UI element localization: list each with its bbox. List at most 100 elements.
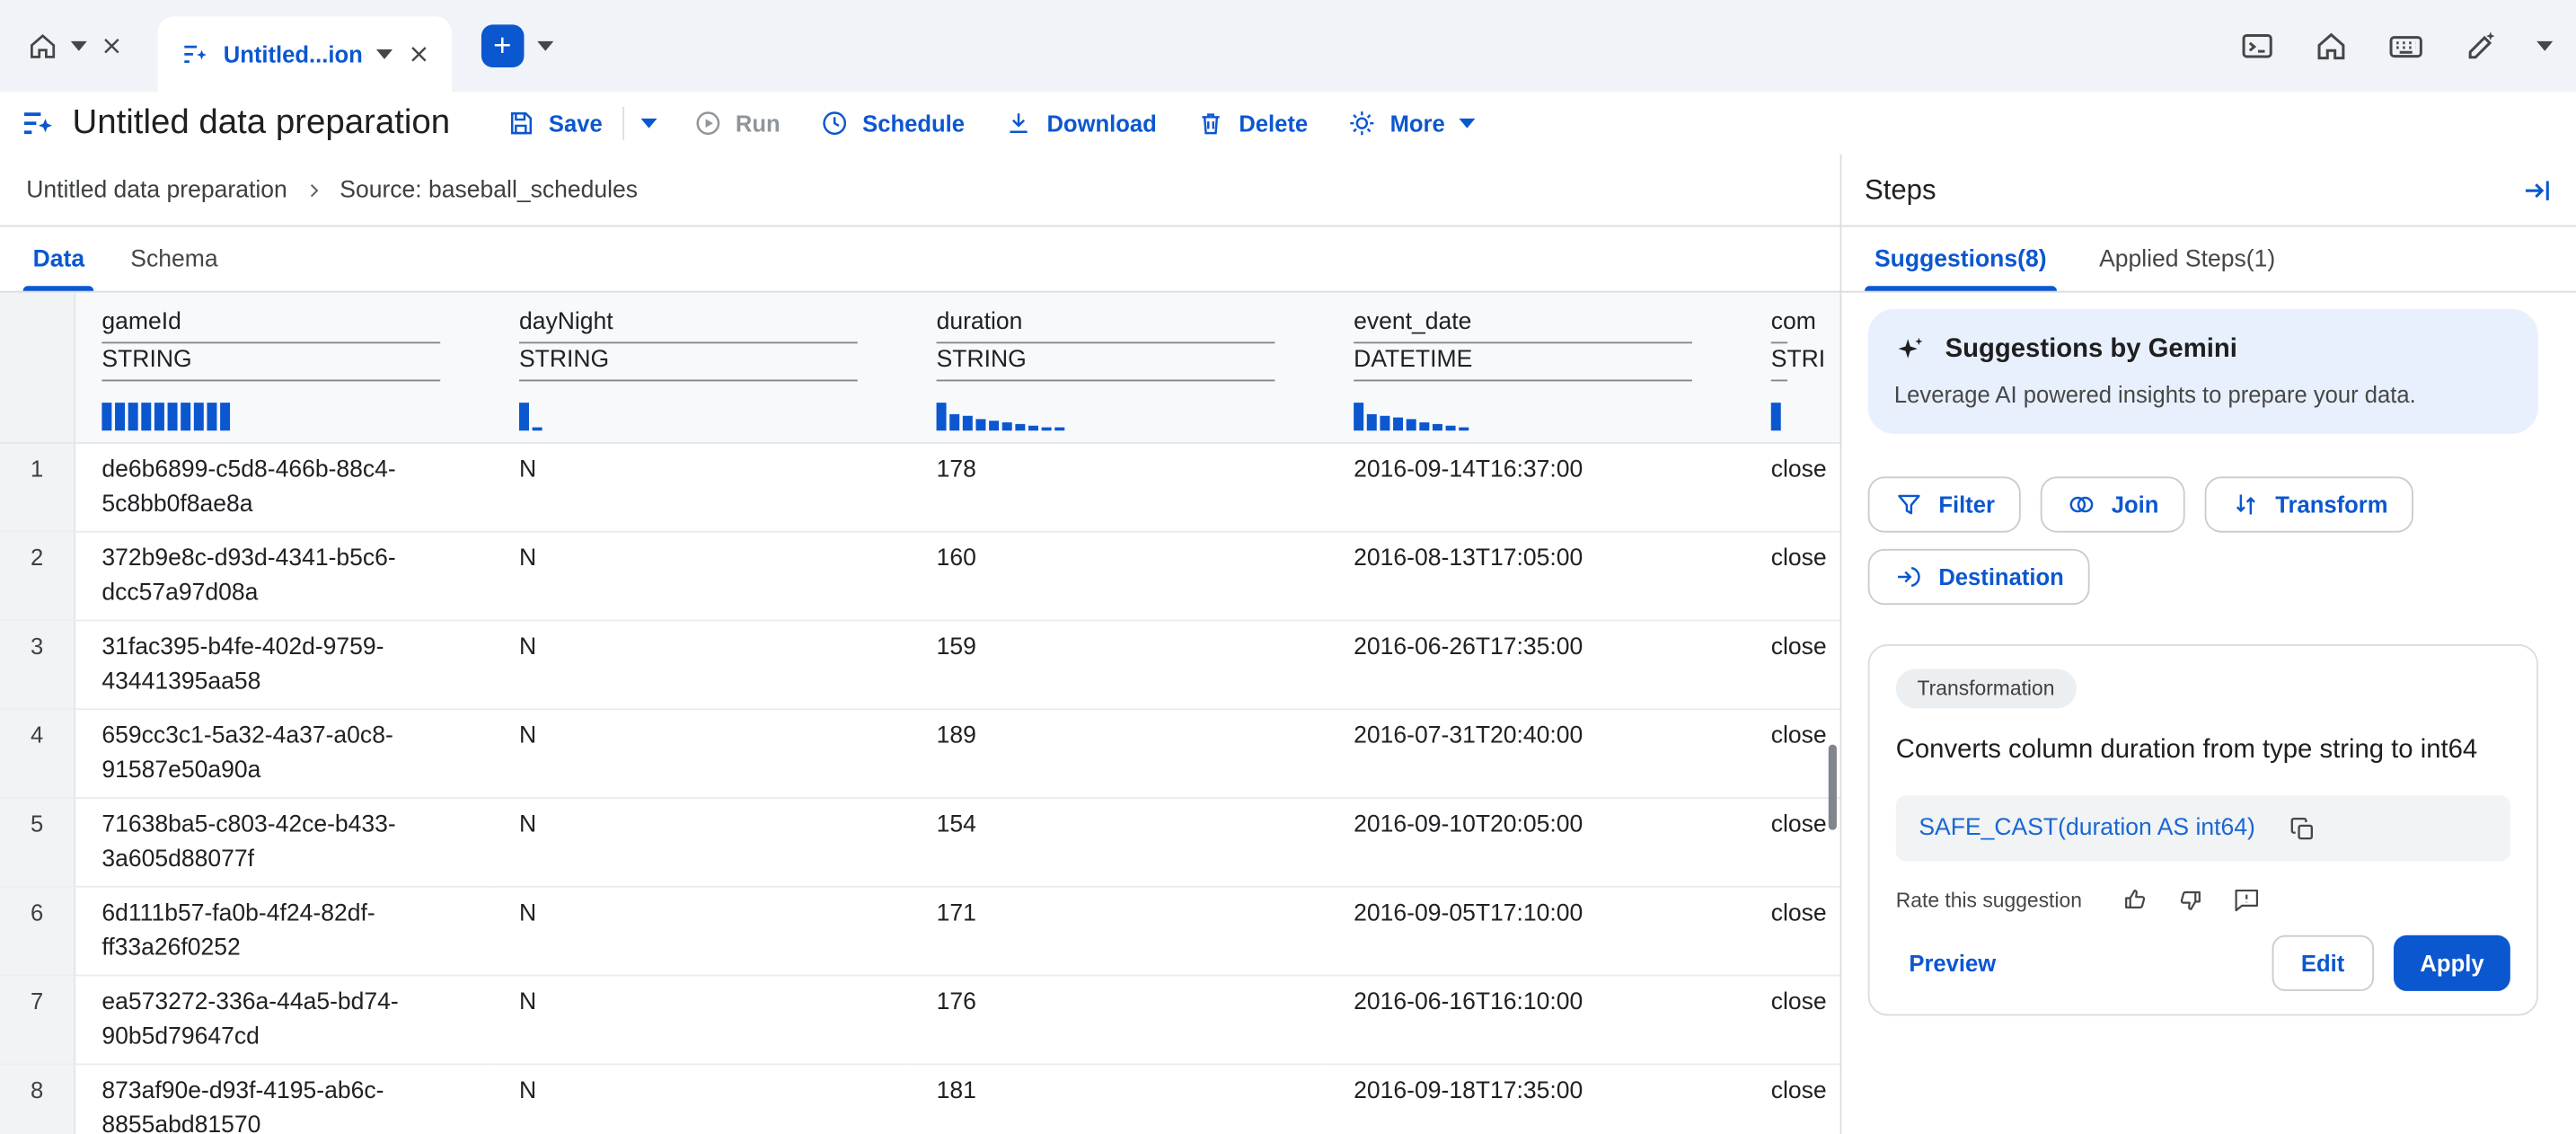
table-cell[interactable]: N [493,533,911,622]
column-histogram-icon[interactable] [937,403,1275,430]
table-row[interactable]: 8873af90e-d93f-4195-ab6c-8855abd81570N18… [0,1065,1840,1134]
column-header[interactable]: durationSTRING [910,293,1328,442]
table-cell[interactable]: 2016-08-13T17:05:00 [1328,533,1745,622]
copy-icon[interactable] [2288,814,2316,842]
tab-data[interactable]: Data [10,226,108,290]
table-cell[interactable]: 154 [910,799,1328,888]
table-cell[interactable]: N [493,621,911,710]
apply-button[interactable]: Apply [2394,935,2510,991]
tab-applied-steps[interactable]: Applied Steps(1) [2073,226,2302,290]
table-cell[interactable]: 181 [910,1065,1328,1134]
save-menu-caret[interactable] [624,95,674,151]
table-cell[interactable]: 2016-09-05T17:10:00 [1328,888,1745,977]
table-row[interactable]: 7ea573272-336a-44a5-bd74-90b5d79647cdN17… [0,976,1840,1065]
table-cell[interactable]: 372b9e8c-d93d-4341-b5c6-dcc57a97d08a [75,533,493,622]
feedback-icon[interactable] [2233,886,2261,914]
thumb-up-icon[interactable] [2122,886,2149,914]
table-cell[interactable]: 171 [910,888,1328,977]
column-name: duration [937,309,1275,343]
table-cell[interactable]: 176 [910,976,1328,1065]
tab-schema[interactable]: Schema [108,226,242,290]
home-icon[interactable] [2313,28,2349,64]
preview-button[interactable]: Preview [1896,950,2009,976]
table-row[interactable]: 66d111b57-fa0b-4f24-82df-ff33a26f0252N17… [0,888,1840,977]
table-cell[interactable]: 159 [910,621,1328,710]
table-cell[interactable]: N [493,444,911,533]
table-cell[interactable]: 659cc3c1-5a32-4a37-a0c8-91587e50a90a [75,710,493,799]
table-cell[interactable]: N [493,888,911,977]
column-histogram-icon[interactable] [519,403,858,430]
breadcrumb-source[interactable]: Source: baseball_schedules [340,177,638,203]
table-cell[interactable]: close [1744,799,1839,888]
table-cell[interactable]: close [1744,976,1839,1065]
thumb-down-icon[interactable] [2177,886,2205,914]
action-filter-button[interactable]: Filter [1868,476,2022,532]
gemini-menu-caret-icon[interactable] [2536,41,2553,51]
table-cell[interactable]: 2016-06-16T16:10:00 [1328,976,1745,1065]
table-row[interactable]: 1de6b6899-c5d8-466b-88c4-5c8bb0f8ae8aN17… [0,444,1840,533]
column-histogram-icon[interactable] [1771,403,1787,430]
table-cell[interactable]: N [493,799,911,888]
run-button[interactable]: Run [673,95,799,151]
table-cell[interactable]: close [1744,888,1839,977]
download-button[interactable]: Download [984,95,1177,151]
table-cell[interactable]: 160 [910,533,1328,622]
table-cell[interactable]: close [1744,444,1839,533]
more-button[interactable]: More [1328,95,1495,151]
table-row[interactable]: 2372b9e8c-d93d-4341-b5c6-dcc57a97d08aN16… [0,533,1840,622]
table-cell[interactable]: close [1744,710,1839,799]
table-cell[interactable]: N [493,1065,911,1134]
schedule-button[interactable]: Schedule [800,95,984,151]
column-header[interactable]: gameIdSTRING [75,293,493,442]
table-scrollbar[interactable] [1829,745,1837,830]
editor-tab-untitled[interactable]: Untitled...ion [158,16,452,92]
new-tab-button[interactable]: + [481,24,524,67]
table-cell[interactable]: 178 [910,444,1328,533]
home-tab-icon[interactable] [26,30,59,63]
home-tab-close-icon[interactable] [99,33,125,59]
edit-button[interactable]: Edit [2272,935,2374,991]
gemini-pen-icon[interactable] [2463,28,2499,64]
table-cell[interactable]: 189 [910,710,1328,799]
table-cell[interactable]: 873af90e-d93f-4195-ab6c-8855abd81570 [75,1065,493,1134]
action-transform-button[interactable]: Transform [2205,476,2414,532]
suggestion-code[interactable]: SAFE_CAST(duration AS int64) [1919,815,2254,841]
column-header[interactable]: comSTRI [1744,293,1839,442]
table-cell[interactable]: close [1744,533,1839,622]
breadcrumb-root[interactable]: Untitled data preparation [26,177,287,203]
column-histogram-icon[interactable] [101,403,440,430]
table-cell[interactable]: close [1744,621,1839,710]
new-tab-caret-icon[interactable] [537,41,553,51]
cloud-shell-icon[interactable] [2239,28,2275,64]
table-cell[interactable]: ea573272-336a-44a5-bd74-90b5d79647cd [75,976,493,1065]
delete-button[interactable]: Delete [1177,95,1328,151]
column-header[interactable]: event_dateDATETIME [1328,293,1745,442]
table-row[interactable]: 571638ba5-c803-42ce-b433-3a605d88077fN15… [0,799,1840,888]
column-histogram-icon[interactable] [1354,403,1692,430]
table-cell[interactable]: 2016-06-26T17:35:00 [1328,621,1745,710]
table-row[interactable]: 331fac395-b4fe-402d-9759-43441395aa58N15… [0,621,1840,710]
column-header[interactable]: dayNightSTRING [493,293,911,442]
save-button[interactable]: Save [486,95,622,151]
collapse-panel-icon[interactable] [2520,173,2554,207]
keyboard-icon[interactable] [2387,27,2425,65]
table-cell[interactable]: de6b6899-c5d8-466b-88c4-5c8bb0f8ae8a [75,444,493,533]
table-cell[interactable]: N [493,976,911,1065]
tab-suggestions[interactable]: Suggestions(8) [1848,226,2073,290]
table-cell[interactable]: 71638ba5-c803-42ce-b433-3a605d88077f [75,799,493,888]
table-cell[interactable]: 2016-09-14T16:37:00 [1328,444,1745,533]
table-cell[interactable]: 6d111b57-fa0b-4f24-82df-ff33a26f0252 [75,888,493,977]
tab-close-icon[interactable] [405,41,431,67]
table-cell[interactable]: 2016-09-10T20:05:00 [1328,799,1745,888]
home-tab-caret-icon[interactable] [71,41,87,51]
action-destination-button[interactable]: Destination [1868,549,2090,605]
suggestion-description: Converts column duration from type strin… [1896,730,2510,771]
table-cell[interactable]: 2016-07-31T20:40:00 [1328,710,1745,799]
table-cell[interactable]: close [1744,1065,1839,1134]
table-cell[interactable]: 2016-09-18T17:35:00 [1328,1065,1745,1134]
action-join-button[interactable]: Join [2041,476,2185,532]
table-row[interactable]: 4659cc3c1-5a32-4a37-a0c8-91587e50a90aN18… [0,710,1840,799]
table-cell[interactable]: N [493,710,911,799]
table-cell[interactable]: 31fac395-b4fe-402d-9759-43441395aa58 [75,621,493,710]
tab-caret-icon[interactable] [375,49,392,59]
